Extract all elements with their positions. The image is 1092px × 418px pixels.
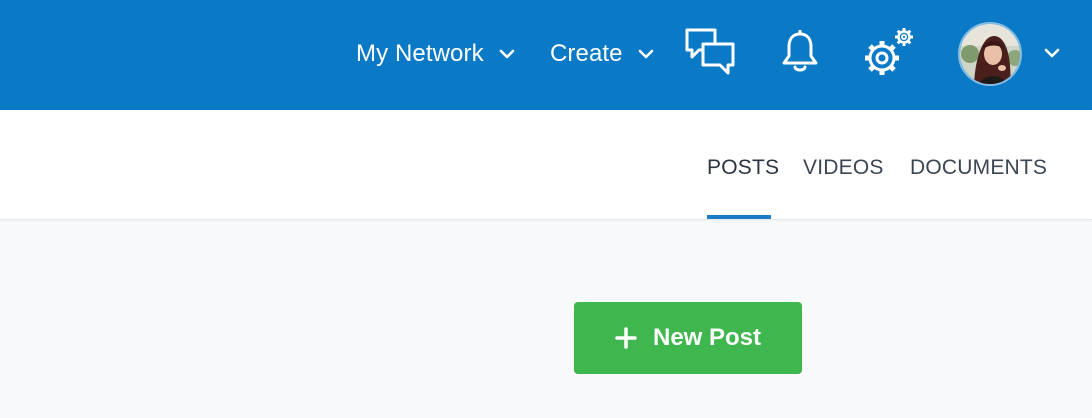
new-post-button[interactable]: New Post [574,302,802,374]
bell-icon[interactable] [780,30,820,74]
active-tab-indicator [707,215,771,219]
create-menu[interactable]: Create [550,34,655,74]
tab-documents[interactable]: DOCUMENTS [910,156,1047,180]
create-label: Create [550,40,623,67]
chevron-down-icon [499,49,514,59]
chevron-down-icon[interactable] [1043,44,1061,62]
content-tabs-bar: POSTS VIDEOS DOCUMENTS [0,110,1092,220]
my-network-label: My Network [356,40,484,67]
gears-icon[interactable] [862,26,916,78]
new-post-label: New Post [652,324,762,351]
chat-bubbles-icon[interactable] [684,27,736,77]
tab-videos[interactable]: VIDEOS [803,156,884,180]
plus-icon [615,327,637,349]
top-navigation-bar: My Network Create [0,0,1092,110]
avatar-photo [960,24,1020,84]
my-network-menu[interactable]: My Network [356,34,516,74]
user-avatar[interactable] [958,22,1022,86]
chevron-down-icon [638,49,653,59]
tab-posts[interactable]: POSTS [707,156,779,180]
